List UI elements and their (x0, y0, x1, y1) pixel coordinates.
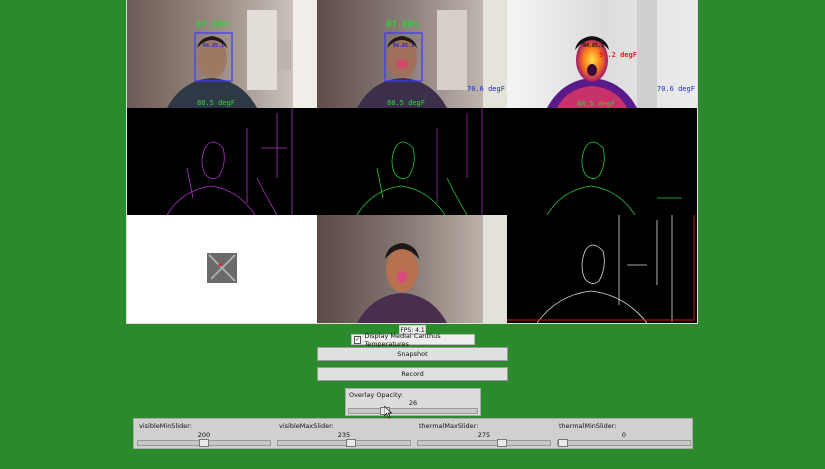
medial-canthus-label: Display Medial Canthus Temperatures (364, 331, 441, 348)
canthus-temp-label: 94.2 degF (599, 51, 637, 59)
medial-canthus-toggle[interactable]: ✓ Display Medial Canthus Temperatures (351, 331, 475, 348)
threshold-sliders-panel: visibleMinSlider: 200 visibleMaxSlider: … (133, 418, 693, 449)
overlay-opacity-slider[interactable] (348, 407, 478, 415)
visible-min-slider-thumb[interactable] (199, 439, 209, 447)
camera-grid: 87.06% 94.85.1 88.5 degF 87.06% 94.85.1 … (126, 0, 698, 324)
face-box-temp-label: 94.85.1 (203, 43, 225, 49)
thermal-min-slider-label: thermalMinSlider: (559, 422, 617, 430)
thermal-min-slider-thumb[interactable] (558, 439, 568, 447)
visible-max-slider-label: visibleMaxSlider: (279, 422, 334, 430)
snapshot-button[interactable]: Snapshot (317, 347, 508, 361)
forehead-temp-label: 88.5 degF (197, 99, 235, 107)
blended-camera-view: 87.06% 94.85.1 88.5 degF 70.6 degF (317, 0, 507, 108)
visible-camera-view: 87.06% 94.85.1 88.5 degF (127, 0, 317, 108)
confidence-label: 87.06% (386, 20, 419, 30)
overlay-view (317, 215, 507, 323)
confidence-label: 87.06% (196, 20, 229, 30)
visible-edge-view (127, 108, 317, 215)
forehead-temp-label: 88.5 degF (577, 100, 615, 108)
visible-min-slider-group: visibleMinSlider: 200 (134, 419, 274, 450)
overlay-opacity-label: Overlay Opacity: (349, 391, 404, 399)
thermal-max-slider[interactable] (417, 439, 551, 447)
visible-max-slider-group: visibleMaxSlider: 235 (274, 419, 414, 450)
thermal-min-slider-value: 0 (621, 431, 627, 439)
blended-edge-image (317, 108, 507, 215)
visible-min-slider-value: 200 (197, 431, 211, 439)
thermal-min-slider[interactable] (557, 439, 691, 447)
face-crop-image (127, 215, 317, 323)
blended-edge-view (317, 108, 507, 215)
face-crop-view (127, 215, 317, 323)
thermal-max-slider-group: thermalMaxSlider: 275 (414, 419, 554, 450)
thermal-edge-image (507, 108, 697, 215)
ambient-temp-label: 70.6 degF (657, 85, 695, 93)
overlay-opacity-panel: Overlay Opacity: 26 (345, 388, 481, 416)
thermal-max-slider-label: thermalMaxSlider: (419, 422, 479, 430)
ambient-temp-label: 70.6 degF (467, 85, 505, 93)
thermal-edge-view (507, 108, 697, 215)
thermal-camera-view: 94.85.1 94.2 degF 88.5 degF 70.6 degF (507, 0, 697, 108)
thermal-max-slider-value: 275 (477, 431, 491, 439)
forehead-temp-label: 88.5 degF (387, 99, 425, 107)
record-button[interactable]: Record (317, 367, 508, 381)
checkbox-icon[interactable]: ✓ (354, 335, 362, 344)
face-box-temp-label: 94.85.1 (583, 43, 605, 49)
visible-min-slider-label: visibleMinSlider: (139, 422, 192, 430)
thermal-max-slider-thumb[interactable] (497, 439, 507, 447)
visible-min-slider[interactable] (137, 439, 271, 447)
overlay-image (317, 215, 507, 323)
visible-max-slider-value: 235 (337, 431, 351, 439)
visible-edge-image (127, 108, 317, 215)
visible-camera-image (127, 0, 317, 108)
visible-max-slider-thumb[interactable] (346, 439, 356, 447)
visible-max-slider[interactable] (277, 439, 411, 447)
thermal-min-slider-group: thermalMinSlider: 0 (554, 419, 694, 450)
thermal-edge-overlay-view (507, 215, 697, 323)
overlay-opacity-value: 26 (408, 399, 418, 407)
face-box-temp-label: 94.85.1 (393, 43, 415, 49)
thermal-edge-overlay-image (507, 215, 697, 323)
mouse-cursor-icon (384, 406, 392, 418)
